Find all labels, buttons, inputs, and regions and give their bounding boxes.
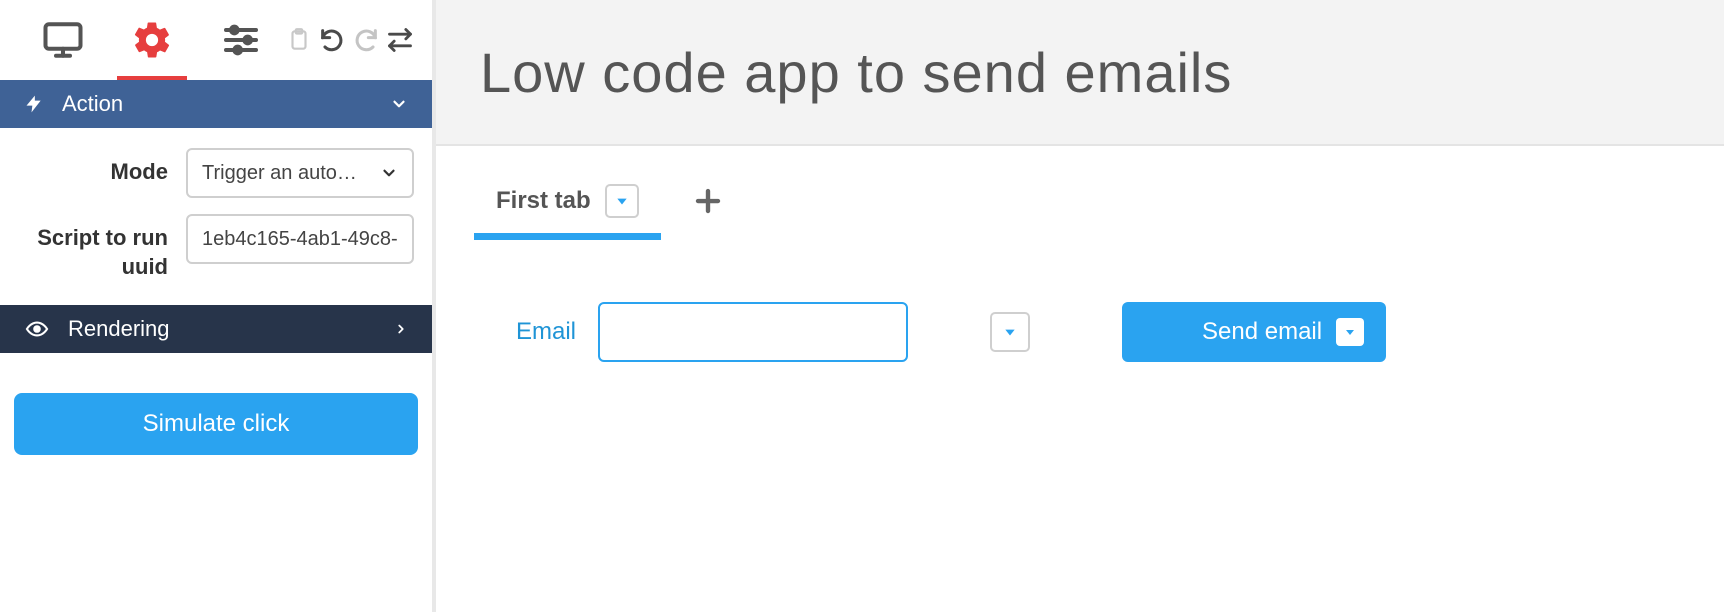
redo-icon[interactable] xyxy=(352,26,380,54)
tab-sliders[interactable] xyxy=(197,0,286,80)
simulate-click-button[interactable]: Simulate click xyxy=(14,393,418,455)
app-header: Low code app to send emails xyxy=(436,0,1724,146)
panel-toolbar xyxy=(0,0,432,80)
email-label: Email xyxy=(516,318,576,346)
chevron-down-icon xyxy=(380,164,398,182)
script-uuid-value: 1eb4c165-4ab1-49c8- xyxy=(202,228,398,251)
add-tab-button[interactable] xyxy=(687,186,729,216)
mode-select-value: Trigger an automation xyxy=(202,162,372,185)
tab-first-label: First tab xyxy=(496,187,591,215)
email-options-dropdown[interactable] xyxy=(990,312,1030,352)
script-uuid-input[interactable]: 1eb4c165-4ab1-49c8- xyxy=(186,214,414,264)
settings-panel: Action Mode Trigger an automation Script… xyxy=(0,0,436,612)
plus-icon xyxy=(693,186,723,216)
section-action-title: Action xyxy=(62,91,123,117)
section-action-header[interactable]: Action xyxy=(0,80,432,128)
email-input[interactable] xyxy=(598,302,908,362)
section-rendering-title: Rendering xyxy=(68,316,170,342)
section-rendering-header[interactable]: Rendering xyxy=(0,305,432,353)
tab-first[interactable]: First tab xyxy=(472,163,663,239)
bolt-icon xyxy=(24,92,44,116)
app-content: First tab Email Send email xyxy=(436,146,1724,612)
send-email-label: Send email xyxy=(1202,318,1322,346)
gear-icon xyxy=(131,19,173,61)
chevron-right-icon xyxy=(394,320,408,338)
monitor-icon xyxy=(42,19,84,61)
script-uuid-label: Script to run uuid xyxy=(18,214,168,281)
mode-select[interactable]: Trigger an automation xyxy=(186,148,414,198)
tab-preview[interactable] xyxy=(18,0,107,80)
eye-icon xyxy=(24,318,50,340)
tab-row: First tab xyxy=(472,146,1724,242)
email-row: Email Send email xyxy=(472,302,1724,362)
app-title: Low code app to send emails xyxy=(480,40,1232,105)
chevron-down-icon xyxy=(390,95,408,113)
undo-icon[interactable] xyxy=(318,26,346,54)
action-form: Mode Trigger an automation Script to run… xyxy=(0,128,432,305)
swap-icon[interactable] xyxy=(386,26,414,54)
clipboard-icon[interactable] xyxy=(286,25,312,55)
send-email-button[interactable]: Send email xyxy=(1122,302,1386,362)
mode-label: Mode xyxy=(18,148,168,187)
tab-options-dropdown[interactable] xyxy=(605,184,639,218)
sliders-icon xyxy=(221,20,261,60)
tab-settings[interactable] xyxy=(107,0,196,80)
send-email-dropdown[interactable] xyxy=(1336,318,1364,346)
canvas-area: Low code app to send emails First tab Em… xyxy=(436,0,1724,612)
